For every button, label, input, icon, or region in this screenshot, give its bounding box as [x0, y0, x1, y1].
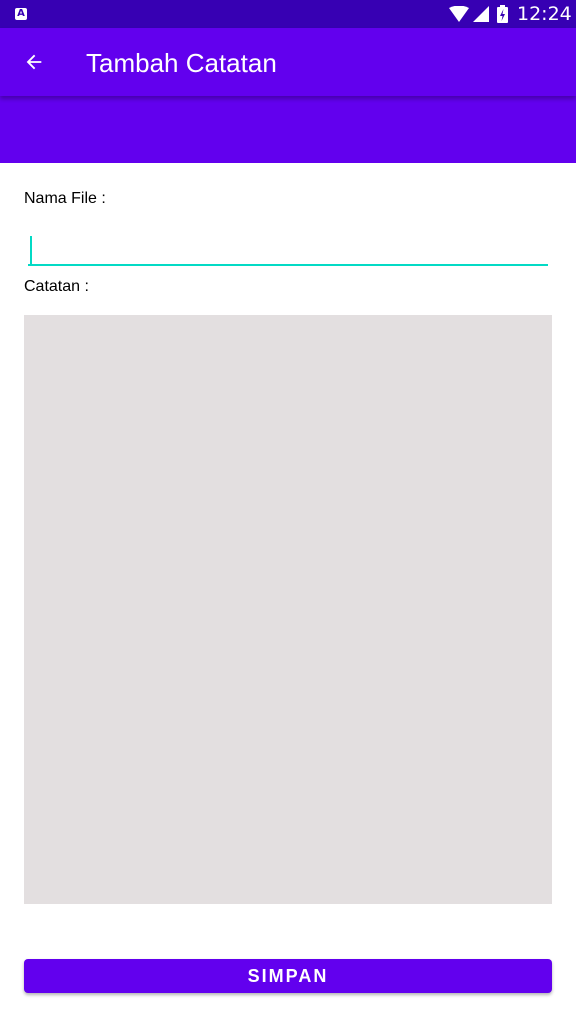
- arrow-left-icon: [26, 54, 42, 70]
- status-time: 12:24: [517, 3, 572, 25]
- note-label: Catatan :: [24, 278, 89, 295]
- battery-charging-icon: [497, 5, 508, 23]
- status-bar: A 12:24: [0, 0, 576, 28]
- filename-label: Nama File :: [24, 190, 106, 207]
- save-button[interactable]: SIMPAN: [24, 959, 552, 993]
- text-cursor: [30, 236, 32, 264]
- back-button[interactable]: [14, 42, 54, 82]
- note-textarea[interactable]: [24, 315, 552, 904]
- app-bar: Tambah Catatan: [0, 28, 576, 163]
- filename-input[interactable]: [28, 228, 548, 266]
- toolbar: Tambah Catatan: [0, 28, 576, 96]
- page-title: Tambah Catatan: [86, 48, 277, 78]
- wifi-icon: [449, 6, 469, 22]
- signal-icon: [473, 6, 489, 22]
- app-notification-icon: A: [15, 8, 27, 20]
